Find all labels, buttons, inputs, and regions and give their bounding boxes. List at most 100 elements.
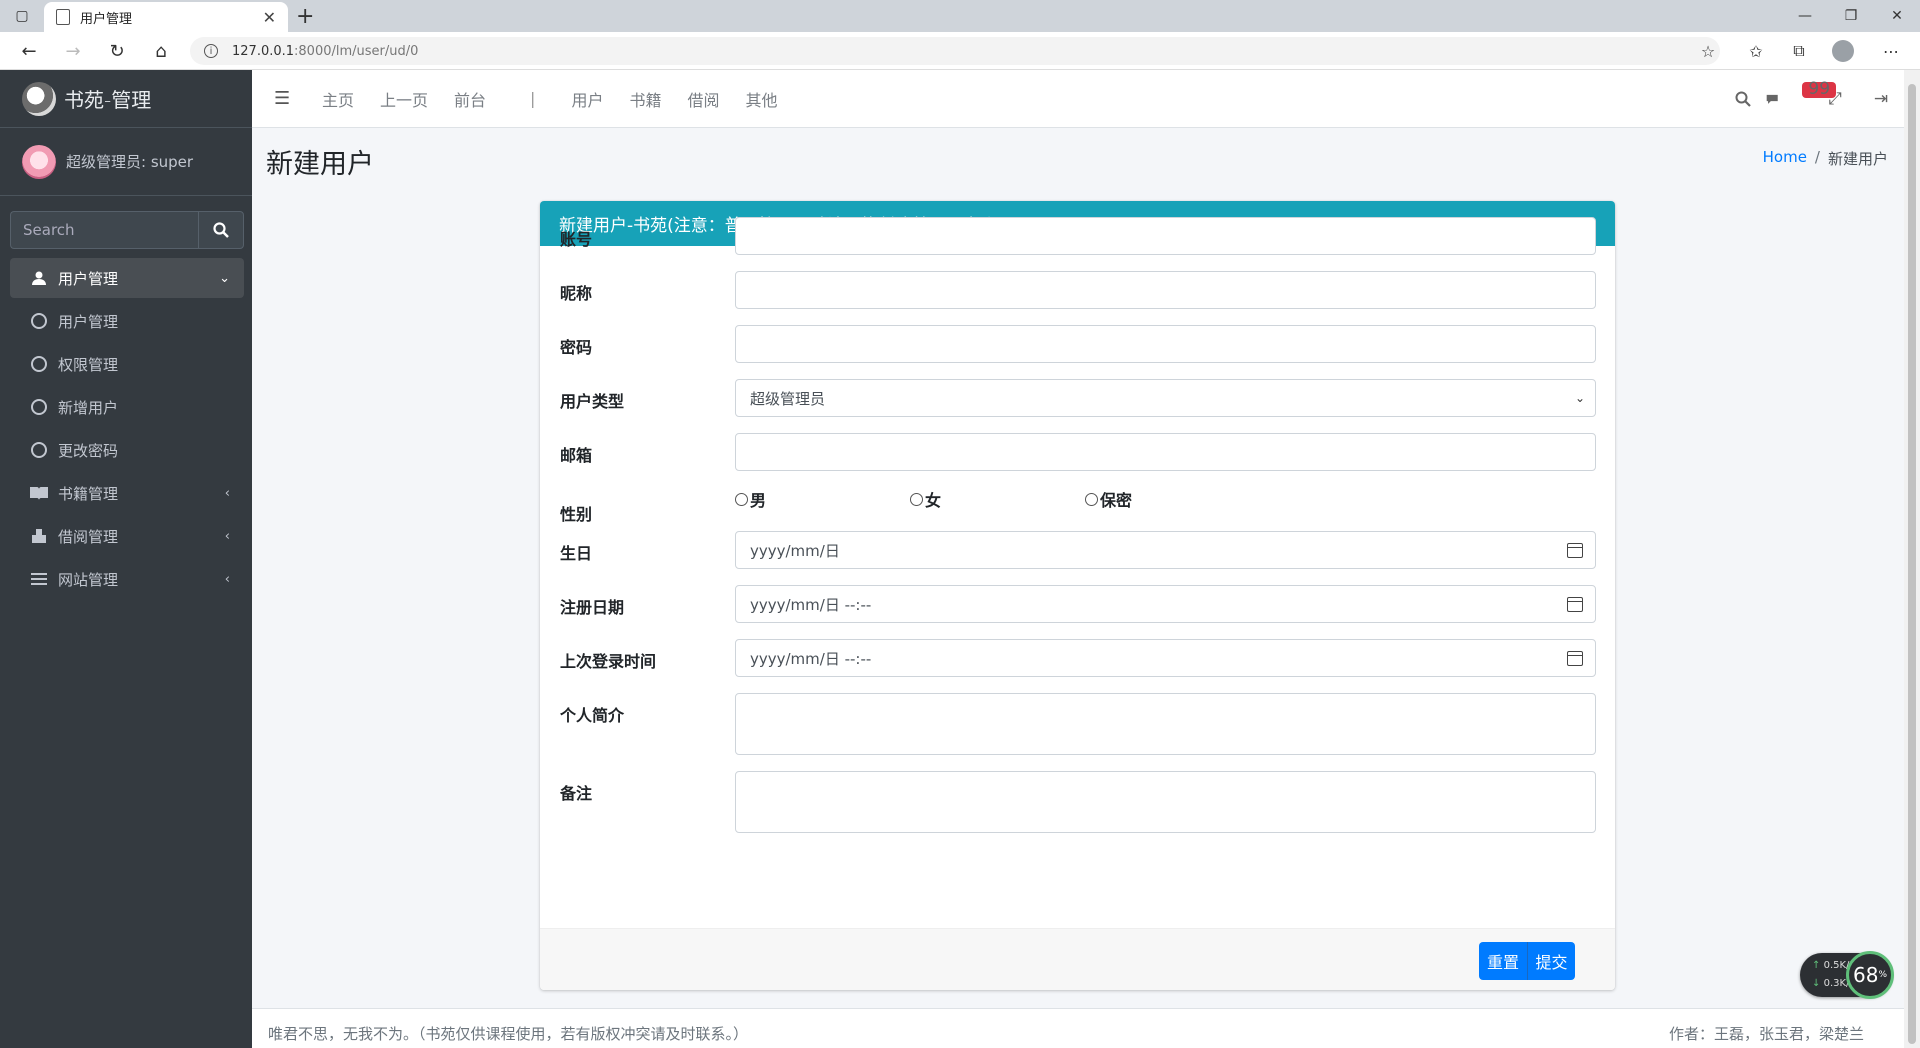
submit-button[interactable]: 提交 [1527, 942, 1575, 980]
avatar [22, 144, 56, 179]
sidebar-item-permissions[interactable]: 权限管理 [10, 344, 244, 384]
usage-percent-unit: % [1878, 970, 1887, 980]
window-controls: — ❐ ✕ [1782, 0, 1920, 32]
sidebar-item-label: 更改密码 [58, 441, 119, 460]
browser-tab[interactable]: 用户管理 ✕ [44, 2, 288, 32]
window-menu-icon[interactable]: ▢ [12, 6, 32, 26]
nav-link-books[interactable]: 书籍 [629, 87, 661, 111]
close-window-icon[interactable]: ✕ [1874, 0, 1920, 32]
calendar-icon[interactable] [1567, 596, 1583, 612]
bio-textarea[interactable] [735, 693, 1596, 755]
page-scrollbar[interactable] [1904, 70, 1920, 1048]
url-host: 127.0.0.1 [232, 43, 295, 59]
nav-separator: | [530, 89, 536, 108]
restore-icon[interactable]: ❐ [1828, 0, 1874, 32]
radio-circle[interactable] [1085, 492, 1098, 506]
usage-gauge: 68% [1846, 951, 1894, 999]
search-icon[interactable] [1720, 91, 1766, 107]
remark-label: 备注 [560, 784, 593, 803]
messages-icon[interactable]: 99 [1766, 81, 1836, 107]
favorites-list-icon[interactable]: ✩ [1745, 40, 1767, 62]
circle-icon [28, 399, 50, 415]
new-tab-icon[interactable]: + [296, 4, 314, 29]
footer-authors: 作者：王磊，张玉君，梁楚兰 [1668, 1025, 1864, 1043]
chevron-left-icon: ‹ [224, 485, 230, 501]
chevron-left-icon: ‹ [224, 528, 230, 544]
url-field[interactable]: i 127.0.0.1:8000/lm/user/ud/0 [190, 37, 1720, 65]
circle-icon [28, 356, 50, 372]
chevron-down-icon: ⌄ [219, 270, 230, 286]
logout-icon[interactable]: ⇥ [1858, 89, 1904, 109]
more-menu-icon[interactable]: ⋯ [1880, 40, 1902, 62]
sidebar-search: Search [10, 211, 244, 249]
breadcrumb-home[interactable]: Home [1763, 148, 1807, 169]
site-info-icon[interactable]: i [204, 44, 218, 58]
footer-motto: 唯君不思，无我不为。（书苑仅供课程使用，若有版权冲突请及时联系。） [268, 1025, 749, 1043]
nav-link-back[interactable]: 上一页 [380, 87, 428, 111]
sidebar-item-borrow[interactable]: 借阅管理 ‹ [10, 516, 244, 556]
calendar-icon[interactable] [1567, 650, 1583, 666]
user-type-value: 超级管理员 [750, 389, 826, 408]
favorite-star-icon[interactable]: ☆ [1697, 40, 1719, 62]
sidebar-item-label: 用户管理 [58, 269, 119, 288]
nickname-input[interactable] [735, 271, 1596, 309]
password-input[interactable] [735, 325, 1596, 363]
reset-button[interactable]: 重置 [1479, 942, 1527, 980]
search-input[interactable]: Search [10, 211, 198, 249]
profile-icon[interactable] [1832, 40, 1854, 62]
sidebar-item-site[interactable]: 网站管理 ‹ [10, 559, 244, 599]
collections-icon[interactable]: ⧉ [1788, 40, 1810, 62]
calendar-icon[interactable] [1567, 542, 1583, 558]
birthday-input[interactable]: yyyy/mm/日 [735, 531, 1596, 569]
radio-circle[interactable] [735, 492, 748, 506]
page-title: 新建用户 [266, 149, 374, 180]
account-input[interactable] [735, 217, 1596, 255]
fullscreen-icon[interactable]: ⤢ [1812, 89, 1858, 109]
box-icon [28, 528, 50, 544]
scrollbar-thumb[interactable] [1908, 84, 1916, 1044]
gender-radio-male[interactable]: 男 [735, 487, 910, 511]
minimize-icon[interactable]: — [1782, 0, 1828, 32]
radio-circle[interactable] [910, 492, 923, 506]
nav-link-home[interactable]: 主页 [322, 87, 354, 111]
sidebar-item-label: 用户管理 [58, 312, 119, 331]
sidebar: 书苑-管理 超级管理员: super Search 用户管理 ⌄ 用户管理 权限… [0, 70, 252, 1048]
register-date-input[interactable]: yyyy/mm/日 --:-- [735, 585, 1596, 623]
email-input[interactable] [735, 433, 1596, 471]
nav-link-users[interactable]: 用户 [571, 87, 603, 111]
gender-radio-female[interactable]: 女 [910, 487, 1085, 511]
back-icon[interactable]: ← [18, 40, 40, 62]
forward-icon[interactable]: → [62, 40, 84, 62]
sidebar-item-user-management[interactable]: 用户管理 ⌄ [10, 258, 244, 298]
reload-icon[interactable]: ↻ [106, 40, 128, 62]
menu-toggle-icon[interactable]: ☰ [274, 88, 296, 109]
close-tab-icon[interactable]: ✕ [263, 8, 276, 27]
browser-tabbar: ▢ 用户管理 ✕ + — ❐ ✕ [0, 0, 1920, 32]
sidebar-item-add-user[interactable]: 新增用户 [10, 387, 244, 427]
user-panel[interactable]: 超级管理员: super [0, 128, 252, 196]
list-icon [28, 572, 50, 586]
sidebar-item-change-password[interactable]: 更改密码 [10, 430, 244, 470]
new-user-card: 新建用户-书苑(注意：普通管理员默认只能创建普通用户账号。) 账号 昵称 密码 … [540, 201, 1615, 990]
remark-textarea[interactable] [735, 771, 1596, 833]
nav-link-borrow[interactable]: 借阅 [687, 87, 719, 111]
gender-radio-secret[interactable]: 保密 [1085, 487, 1260, 511]
nickname-label: 昵称 [560, 284, 593, 303]
chevron-left-icon: ‹ [224, 571, 230, 587]
page-icon [56, 9, 70, 25]
chevron-down-icon: ⌄ [1574, 391, 1585, 405]
user-type-select[interactable]: 超级管理员 ⌄ [735, 379, 1596, 417]
user-type-label: 用户类型 [560, 392, 625, 411]
sidebar-item-label: 书籍管理 [58, 484, 119, 503]
radio-label: 男 [750, 491, 767, 510]
nav-link-frontend[interactable]: 前台 [454, 87, 486, 111]
sidebar-item-users[interactable]: 用户管理 [10, 301, 244, 341]
nav-link-other[interactable]: 其他 [745, 87, 777, 111]
sidebar-item-books[interactable]: 书籍管理 ‹ [10, 473, 244, 513]
password-label: 密码 [560, 338, 593, 357]
last-login-input[interactable]: yyyy/mm/日 --:-- [735, 639, 1596, 677]
home-icon[interactable]: ⌂ [150, 40, 172, 62]
search-button[interactable] [198, 211, 244, 249]
brand[interactable]: 书苑-管理 [0, 70, 252, 128]
network-speed-widget[interactable]: ↑ 0.5K/s ↓ 0.3K/s 68% [1800, 951, 1894, 999]
